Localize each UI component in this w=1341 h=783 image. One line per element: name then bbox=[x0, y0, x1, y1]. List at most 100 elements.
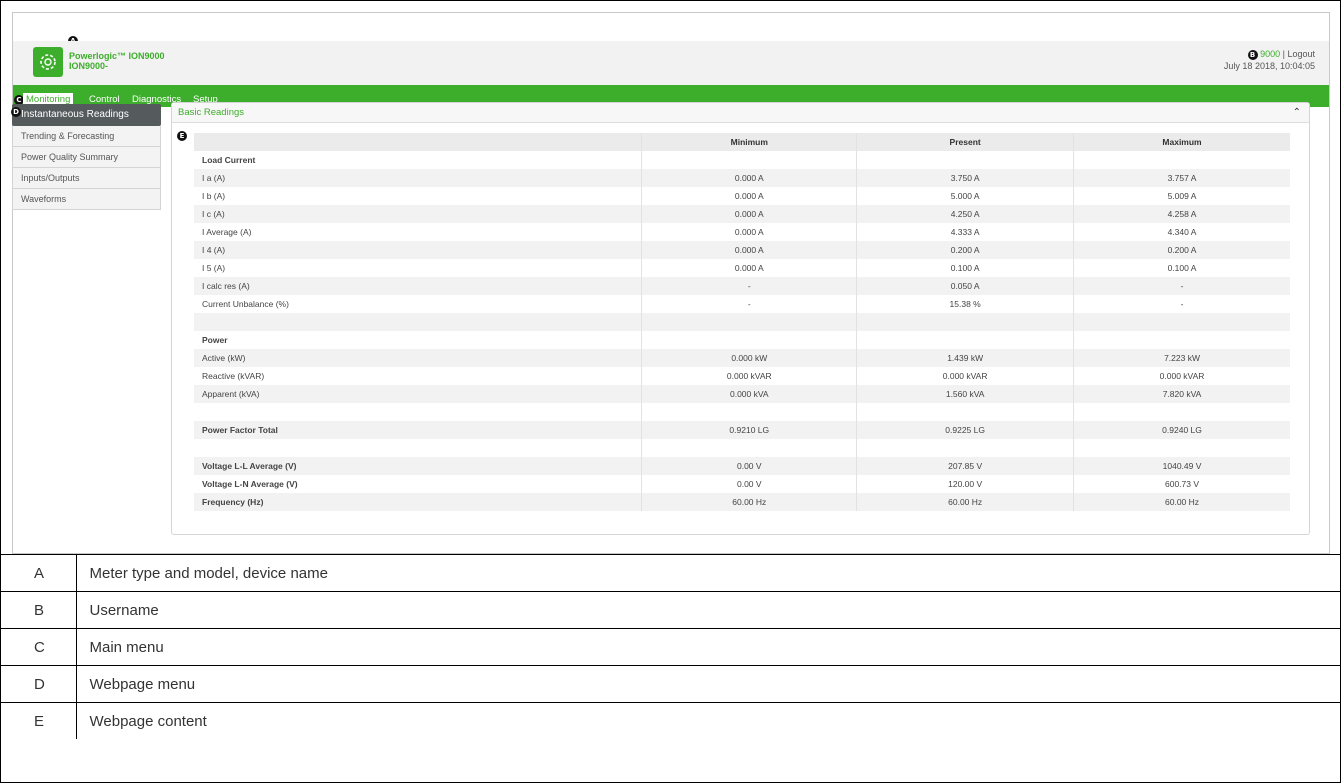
username-link[interactable]: 9000 bbox=[1260, 49, 1280, 59]
table-header-row: Minimum Present Maximum bbox=[194, 133, 1290, 151]
table-row: I 4 (A) 0.000 A 0.200 A 0.200 A bbox=[194, 241, 1290, 259]
table-cell: 0.000 A bbox=[641, 187, 857, 205]
column-header-minimum: Minimum bbox=[641, 133, 857, 151]
row-label: I a (A) bbox=[194, 169, 642, 187]
panel-header[interactable]: Basic Readings ⌃ bbox=[172, 103, 1309, 123]
table-cell bbox=[641, 151, 857, 169]
table-row bbox=[194, 439, 1290, 457]
table-cell: 3.757 A bbox=[1073, 169, 1290, 187]
table-cell: 0.000 kVAR bbox=[856, 367, 1074, 385]
table-cell: 0.000 kW bbox=[641, 349, 857, 367]
table-cell: 1.439 kW bbox=[856, 349, 1074, 367]
table-cell bbox=[1073, 313, 1290, 331]
table-cell: 0.100 A bbox=[1073, 259, 1290, 277]
header-bar: Powerlogic™ ION9000 ION9000- B 9000 | Lo… bbox=[13, 41, 1329, 85]
row-label: I 4 (A) bbox=[194, 241, 642, 259]
table-cell: - bbox=[1073, 277, 1290, 295]
legend-description: Username bbox=[76, 591, 1340, 629]
table-row: I 5 (A) 0.000 A 0.100 A 0.100 A bbox=[194, 259, 1290, 277]
table-cell bbox=[856, 403, 1074, 421]
table-row bbox=[194, 403, 1290, 421]
sidebar-item-waveforms[interactable]: Waveforms bbox=[12, 189, 161, 210]
sidebar-item-power-quality-summary[interactable]: Power Quality Summary bbox=[12, 147, 161, 168]
marker-b: B bbox=[1247, 49, 1258, 60]
table-row: Power Factor Total 0.9210 LG 0.9225 LG 0.92… bbox=[194, 421, 1290, 439]
table-cell: 7.820 kVA bbox=[1073, 385, 1290, 403]
table-cell: 0.000 kVA bbox=[641, 385, 857, 403]
table-cell: 3.750 A bbox=[856, 169, 1074, 187]
table-row: Active (kW) 0.000 kW 1.439 kW 7.223 kW bbox=[194, 349, 1290, 367]
table-cell: 0.200 A bbox=[1073, 241, 1290, 259]
table-row: I c (A) 0.000 A 4.250 A 4.258 A bbox=[194, 205, 1290, 223]
table-cell bbox=[1073, 403, 1290, 421]
table-cell: 0.9210 LG bbox=[641, 421, 857, 439]
legend-key: E bbox=[1, 702, 77, 739]
table-row: I calc res (A) -0.050 A- bbox=[194, 277, 1290, 295]
legend-table: A Meter type and model, device name B Usern… bbox=[1, 554, 1340, 739]
table-cell: - bbox=[641, 277, 857, 295]
legend-row: A Meter type and model, device name bbox=[1, 554, 1340, 592]
legend-key: B bbox=[1, 591, 77, 629]
user-separator: | bbox=[1282, 49, 1285, 59]
meter-model: Powerlogic™ ION9000 bbox=[69, 51, 165, 61]
row-label: Voltage L-N Average (V) bbox=[194, 475, 642, 493]
row-label: I calc res (A) bbox=[194, 277, 642, 295]
row-label bbox=[194, 403, 642, 421]
table-cell: 4.258 A bbox=[1073, 205, 1290, 223]
table-cell: 0.000 A bbox=[641, 205, 857, 223]
panel-title: Basic Readings bbox=[178, 107, 245, 118]
table-cell: 0.00 V bbox=[641, 457, 857, 475]
table-row bbox=[194, 313, 1290, 331]
table-row: I a (A) 0.000 A 3.750 A 3.757 A bbox=[194, 169, 1290, 187]
table-cell: - bbox=[641, 295, 857, 313]
marker-e: E bbox=[177, 131, 187, 141]
table-cell: 5.009 A bbox=[1073, 187, 1290, 205]
table-cell: 0.000 A bbox=[641, 223, 857, 241]
user-area: B 9000 | Logout July 18 2018, 10:04:05 bbox=[1224, 48, 1315, 72]
settings-gear-logo-icon bbox=[33, 47, 63, 77]
marker-d: D bbox=[11, 107, 21, 117]
row-label: Apparent (kVA) bbox=[194, 385, 642, 403]
sidebar-item-instantaneous-readings[interactable]: Instantaneous Readings bbox=[12, 104, 161, 126]
row-label: Frequency (Hz) bbox=[194, 493, 642, 511]
table-cell bbox=[856, 313, 1074, 331]
table-cell: 0.000 A bbox=[641, 169, 857, 187]
column-header-present: Present bbox=[856, 133, 1074, 151]
table-cell: 15.38 % bbox=[856, 295, 1074, 313]
table-row: Current Unbalance (%) -15.38 % - bbox=[194, 295, 1290, 313]
table-cell: 0.000 A bbox=[641, 259, 857, 277]
table-row: Apparent (kVA) 0.000 kVA 1.560 kVA 7.820 kV… bbox=[194, 385, 1290, 403]
table-row: I Average (A) 0.000 A 4.333 A 4.340 A bbox=[194, 223, 1290, 241]
readings-table: Minimum Present Maximum Load Current I a … bbox=[194, 133, 1290, 511]
webpage-menu: D Instantaneous Readings Trending & Fore… bbox=[11, 104, 161, 210]
table-row: I b (A) 0.000 A 5.000 A 5.009 A bbox=[194, 187, 1290, 205]
table-cell bbox=[1073, 439, 1290, 457]
table-cell: - bbox=[1073, 295, 1290, 313]
sidebar-item-trending-forecasting[interactable]: Trending & Forecasting bbox=[12, 126, 161, 147]
sidebar-item-inputs-outputs[interactable]: Inputs/Outputs bbox=[12, 168, 161, 189]
row-label: I Average (A) bbox=[194, 223, 642, 241]
device-name: ION9000- bbox=[69, 61, 109, 71]
column-header-parameter bbox=[194, 133, 642, 151]
row-label: I c (A) bbox=[194, 205, 642, 223]
table-cell: 600.73 V bbox=[1073, 475, 1290, 493]
table-row: Reactive (kVAR) 0.000 kVAR 0.000 kVAR 0.000… bbox=[194, 367, 1290, 385]
logout-link[interactable]: Logout bbox=[1287, 49, 1315, 59]
row-label: I 5 (A) bbox=[194, 259, 642, 277]
row-label: Voltage L-L Average (V) bbox=[194, 457, 642, 475]
legend-row: D Webpage menu bbox=[1, 665, 1340, 703]
row-label: Load Current bbox=[194, 151, 642, 169]
row-label: Power bbox=[194, 331, 642, 349]
table-row: Voltage L-N Average (V) 0.00 V 120.00 V 600… bbox=[194, 475, 1290, 493]
row-label: Active (kW) bbox=[194, 349, 642, 367]
chevron-up-icon[interactable]: ⌃ bbox=[1293, 103, 1301, 122]
table-row: Frequency (Hz) 60.00 Hz 60.00 Hz 60.00 Hz bbox=[194, 493, 1290, 511]
table-cell bbox=[641, 439, 857, 457]
table-cell bbox=[1073, 151, 1290, 169]
table-cell: 120.00 V bbox=[856, 475, 1074, 493]
legend-key: D bbox=[1, 665, 77, 703]
legend-key: C bbox=[1, 628, 77, 666]
table-cell: 0.000 kVAR bbox=[1073, 367, 1290, 385]
legend-row: E Webpage content bbox=[1, 702, 1340, 739]
table-cell: 0.00 V bbox=[641, 475, 857, 493]
